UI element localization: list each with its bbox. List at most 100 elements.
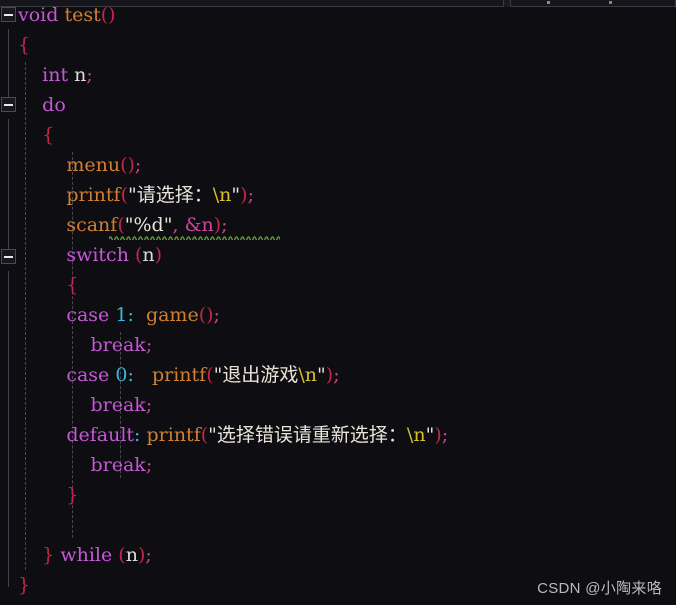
code-token: } — [18, 574, 31, 596]
code-token: test — [64, 4, 101, 26]
code-token: 请选择： — [136, 184, 213, 206]
code-token: ; — [213, 304, 220, 326]
code-token: " — [231, 184, 241, 206]
code-token: ; — [145, 544, 152, 566]
code-token: printf — [146, 424, 201, 446]
code-token: ( — [206, 364, 214, 386]
code-token: { — [66, 274, 79, 296]
code-line[interactable]: { — [18, 30, 30, 60]
code-token: break — [90, 454, 146, 476]
code-token: () — [100, 4, 116, 26]
code-token: menu — [66, 154, 121, 176]
code-token: while — [60, 544, 113, 566]
code-token: ; — [134, 154, 142, 176]
code-token: ( — [120, 184, 128, 206]
code-token: 0 — [115, 364, 128, 386]
code-token: printf — [66, 184, 121, 206]
code-token: default — [66, 424, 135, 446]
code-token: 退出游戏 — [222, 364, 299, 386]
code-token: & — [184, 214, 202, 236]
code-line[interactable]: break; — [18, 390, 152, 420]
code-token: ; — [441, 424, 449, 446]
code-token: ) — [434, 424, 442, 446]
code-token: n — [125, 544, 138, 566]
code-token: \n — [298, 364, 318, 386]
code-line[interactable]: switch (n) — [18, 240, 162, 270]
code-line[interactable]: printf("请选择：\n"); — [18, 180, 254, 210]
scanf-warning-squiggle — [109, 235, 281, 240]
code-token: case — [66, 304, 110, 326]
code-token: case — [66, 364, 110, 386]
code-token: 1 — [115, 304, 128, 326]
code-token: ; — [145, 334, 153, 356]
code-token: ; — [145, 454, 153, 476]
code-line[interactable]: menu(); — [18, 150, 141, 180]
code-token: \n — [406, 424, 426, 446]
code-token: ; — [247, 184, 254, 206]
code-token: n — [74, 64, 87, 86]
code-line[interactable] — [18, 510, 24, 540]
code-token: () — [198, 304, 214, 326]
code-line[interactable]: int n; — [18, 60, 93, 90]
code-line[interactable]: break; — [18, 330, 152, 360]
code-line[interactable]: } — [18, 480, 78, 510]
code-line[interactable]: default: printf("选择错误请重新选择：\n"); — [18, 420, 448, 450]
code-token: switch — [66, 244, 129, 266]
code-token: { — [18, 34, 31, 56]
code-token: " — [317, 364, 326, 386]
csdn-watermark: CSDN @小陶来咯 — [537, 580, 662, 597]
code-token: } — [66, 484, 79, 506]
code-token: ; — [145, 394, 153, 416]
code-token: void — [18, 4, 59, 26]
code-token: break — [90, 334, 146, 356]
code-token: " — [425, 424, 435, 446]
code-token: " — [127, 184, 137, 206]
code-line[interactable]: { — [18, 270, 78, 300]
code-line[interactable]: { — [18, 120, 54, 150]
code-line[interactable]: case 0: printf("退出游戏\n"); — [18, 360, 340, 390]
code-line[interactable]: void test() — [18, 0, 116, 30]
code-line[interactable]: } while (n); — [18, 540, 152, 570]
code-line[interactable]: case 1: game(); — [18, 300, 220, 330]
code-token: \n — [212, 184, 232, 206]
code-token: do — [42, 94, 66, 116]
code-token: scanf — [66, 214, 118, 236]
code-token: ; — [221, 214, 228, 236]
code-token: ; — [333, 364, 340, 386]
code-token: printf — [151, 364, 207, 386]
code-token: } — [42, 544, 55, 566]
code-token: { — [42, 124, 55, 146]
code-token: " — [208, 424, 217, 446]
code-line[interactable]: break; — [18, 450, 152, 480]
code-token: " — [124, 214, 134, 236]
code-token: ( — [118, 544, 126, 566]
code-token: ; — [86, 64, 93, 86]
code-token: %d — [133, 214, 164, 236]
code-editor-screenshot: void test(){ int n; do { menu(); printf(… — [0, 0, 676, 605]
code-content[interactable]: void test(){ int n; do { menu(); printf(… — [0, 0, 676, 605]
code-token: () — [120, 154, 135, 176]
code-token: ) — [154, 244, 163, 266]
code-line[interactable]: do — [18, 90, 66, 120]
code-token: ) — [240, 184, 248, 206]
code-line[interactable]: } — [18, 570, 30, 600]
code-token: ( — [117, 214, 125, 236]
code-token: break — [90, 394, 146, 416]
